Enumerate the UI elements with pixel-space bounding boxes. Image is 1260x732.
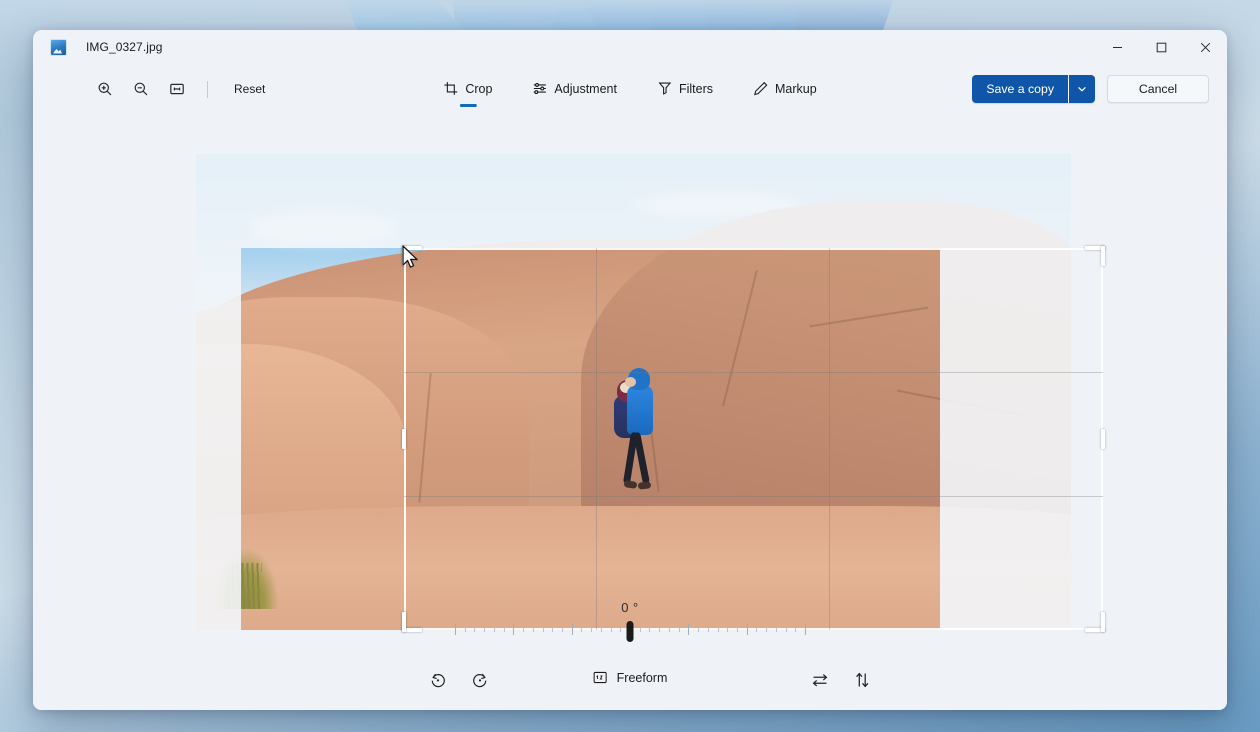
image-canvas[interactable] bbox=[33, 114, 1227, 632]
zoom-out-icon[interactable] bbox=[127, 75, 155, 103]
rotation-tick bbox=[669, 627, 670, 632]
rotation-tick bbox=[513, 623, 514, 635]
photo-container[interactable] bbox=[196, 154, 1071, 630]
tab-filters-label: Filters bbox=[679, 82, 713, 96]
cancel-button[interactable]: Cancel bbox=[1107, 75, 1209, 103]
tab-markup[interactable]: Markup bbox=[744, 75, 826, 103]
rotate-clockwise-icon[interactable] bbox=[464, 664, 496, 696]
rotation-tick bbox=[543, 627, 544, 632]
rotation-tick bbox=[572, 623, 573, 635]
rotation-tick bbox=[786, 627, 787, 632]
rotation-slider-area: 0 ° bbox=[33, 600, 1227, 641]
rotation-tick bbox=[698, 627, 699, 632]
flip-buttons bbox=[804, 664, 878, 696]
rotation-slider-thumb[interactable] bbox=[627, 621, 634, 642]
minimize-icon[interactable] bbox=[1095, 30, 1139, 64]
tab-adjustment-label: Adjustment bbox=[554, 82, 617, 96]
rotation-tick bbox=[795, 627, 796, 632]
rotation-tick bbox=[601, 627, 602, 632]
aspect-ratio-control: Freeform bbox=[582, 664, 679, 691]
save-a-copy-button[interactable]: Save a copy bbox=[972, 75, 1068, 103]
rotate-counterclockwise-icon[interactable] bbox=[422, 664, 454, 696]
photos-editor-window: IMG_0327.jpg bbox=[33, 30, 1227, 710]
rotation-tick bbox=[562, 627, 563, 632]
rotation-slider[interactable] bbox=[455, 621, 805, 641]
close-icon[interactable] bbox=[1183, 30, 1227, 64]
rotation-tick bbox=[756, 627, 757, 632]
rotation-tick bbox=[747, 623, 748, 635]
flip-vertical-icon[interactable] bbox=[846, 664, 878, 696]
aspect-ratio-label: Freeform bbox=[617, 671, 668, 685]
rotation-tick bbox=[523, 627, 524, 632]
crop-handle-top-right[interactable] bbox=[1085, 246, 1105, 250]
tab-crop-label: Crop bbox=[465, 82, 492, 96]
maximize-icon[interactable] bbox=[1139, 30, 1183, 64]
tab-markup-label: Markup bbox=[775, 82, 817, 96]
rotation-tick bbox=[649, 627, 650, 632]
toolbar-divider bbox=[207, 81, 208, 98]
rotation-tick bbox=[474, 627, 475, 632]
tab-crop[interactable]: Crop bbox=[434, 75, 501, 103]
hiker-figure bbox=[612, 368, 662, 508]
rotation-tick bbox=[552, 627, 553, 632]
rotation-tick bbox=[776, 627, 777, 632]
rotation-tick bbox=[465, 627, 466, 632]
rotation-value-label: 0 ° bbox=[33, 600, 1227, 615]
flip-horizontal-icon[interactable] bbox=[804, 664, 836, 696]
editor-tabs: Crop Adjustment Filters Mar bbox=[434, 75, 825, 103]
window-controls bbox=[1095, 30, 1227, 64]
zoom-in-icon[interactable] bbox=[91, 75, 119, 103]
zoom-controls: Reset bbox=[91, 75, 275, 103]
rotation-tick bbox=[766, 627, 767, 632]
rotation-tick bbox=[611, 627, 612, 632]
rotation-tick bbox=[484, 627, 485, 632]
chevron-down-icon[interactable] bbox=[1069, 75, 1095, 103]
tab-active-indicator bbox=[459, 104, 476, 107]
rotation-tick bbox=[679, 627, 680, 632]
rotation-tick bbox=[640, 627, 641, 632]
crop-bottom-bar: Freeform bbox=[33, 652, 1227, 710]
photo-image bbox=[196, 154, 1071, 630]
aspect-ratio-button[interactable]: Freeform bbox=[582, 664, 679, 691]
rotation-tick bbox=[581, 627, 582, 632]
tab-filters[interactable]: Filters bbox=[648, 75, 722, 103]
command-bar: Reset Crop Adjustment F bbox=[33, 64, 1227, 114]
reset-button[interactable]: Reset bbox=[224, 77, 275, 101]
rotation-tick bbox=[533, 627, 534, 632]
rotation-tick bbox=[591, 627, 592, 632]
rotation-tick bbox=[455, 623, 456, 635]
rotation-tick bbox=[494, 627, 495, 632]
rotation-tick bbox=[805, 623, 806, 635]
save-a-copy-split-button: Save a copy bbox=[972, 75, 1095, 103]
rotation-tick bbox=[504, 627, 505, 632]
rotation-tick bbox=[708, 627, 709, 632]
crop-handle-right-mid[interactable] bbox=[1101, 429, 1105, 449]
rotation-tick bbox=[688, 623, 689, 635]
rotation-tick bbox=[737, 627, 738, 632]
rotate-buttons bbox=[422, 664, 496, 696]
rotation-tick bbox=[718, 627, 719, 632]
tab-adjustment[interactable]: Adjustment bbox=[523, 75, 626, 103]
rotation-tick bbox=[727, 627, 728, 632]
rotation-tick bbox=[659, 627, 660, 632]
photo-thumbnail-icon bbox=[50, 39, 67, 56]
action-buttons: Save a copy Cancel bbox=[972, 75, 1209, 103]
window-title: IMG_0327.jpg bbox=[86, 40, 163, 54]
fit-to-window-icon[interactable] bbox=[163, 75, 191, 103]
rotation-tick bbox=[620, 627, 621, 632]
title-bar: IMG_0327.jpg bbox=[33, 30, 1227, 64]
